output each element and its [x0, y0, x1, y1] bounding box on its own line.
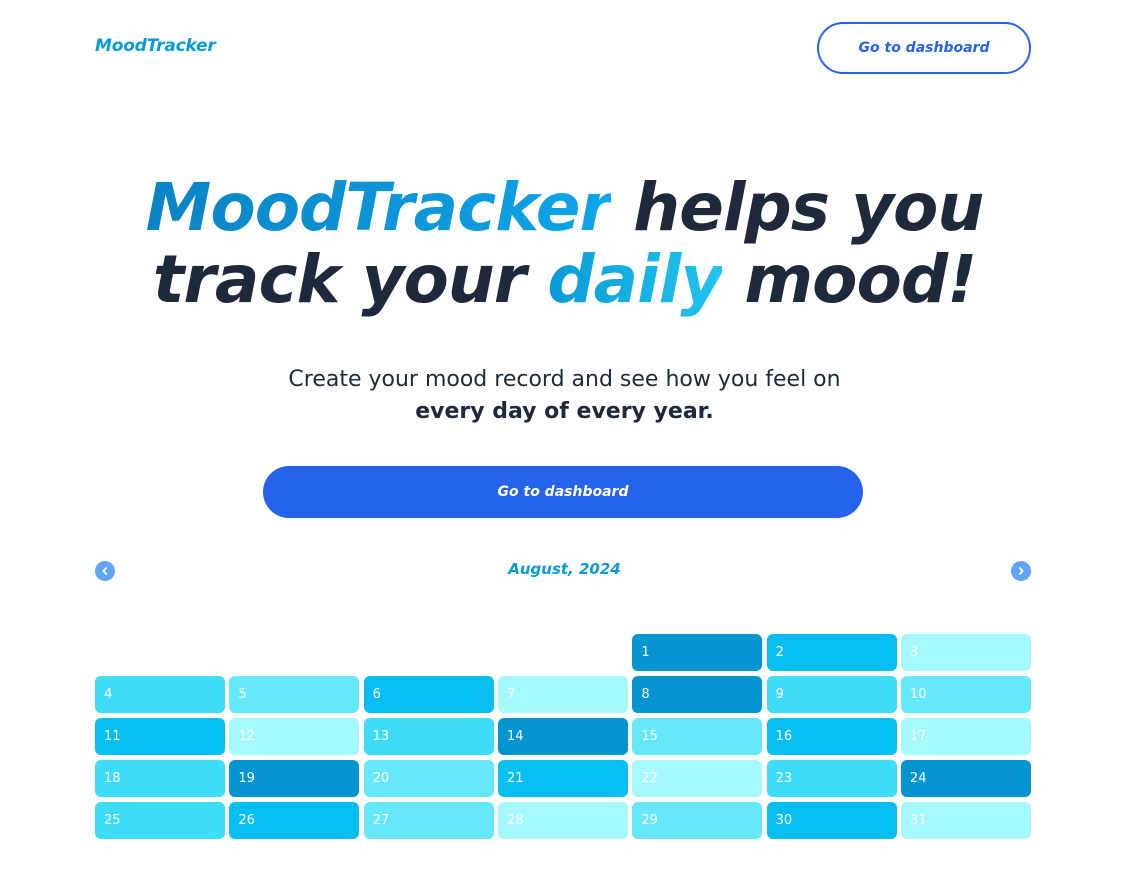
calendar-month-label: August, 2024: [508, 560, 621, 578]
calendar-day-8[interactable]: 8: [632, 676, 763, 713]
calendar-day-31[interactable]: 31: [900, 802, 1031, 839]
hero-title-accent: daily: [547, 241, 723, 318]
chevron-right-icon[interactable]: [1011, 561, 1031, 581]
calendar-day-27[interactable]: 27: [363, 802, 494, 839]
calendar-empty-cell: [364, 634, 494, 671]
calendar-day-15[interactable]: 15: [632, 718, 763, 755]
hero-title-part2: track your: [152, 241, 548, 318]
calendar-day-26[interactable]: 26: [229, 802, 360, 839]
calendar-empty-cell: [95, 634, 225, 671]
calendar-day-6[interactable]: 6: [363, 676, 494, 713]
hero-title-part3: mood!: [722, 241, 977, 318]
calendar-day-12[interactable]: 12: [229, 718, 360, 755]
calendar-day-19[interactable]: 19: [229, 760, 360, 797]
calendar-day-29[interactable]: 29: [632, 802, 763, 839]
hero-title-brand: MoodTracker: [145, 169, 612, 246]
hero-subtitle-line1: Create your mood record and see how you …: [288, 367, 841, 392]
calendar-empty-cell: [229, 634, 359, 671]
calendar-day-4[interactable]: 4: [95, 676, 225, 713]
calendar-day-3[interactable]: 3: [900, 634, 1031, 671]
hero-subtitle-line2: every day of every year.: [415, 399, 714, 424]
calendar-day-9[interactable]: 9: [766, 676, 897, 713]
calendar-day-30[interactable]: 30: [766, 802, 897, 839]
calendar-day-7[interactable]: 7: [497, 676, 628, 713]
calendar-day-18[interactable]: 18: [95, 760, 225, 797]
calendar-day-11[interactable]: 11: [95, 718, 225, 755]
landing-page: MoodTracker Go to dashboard MoodTracker …: [0, 0, 1129, 890]
calendar-day-28[interactable]: 28: [497, 802, 628, 839]
calendar-day-25[interactable]: 25: [95, 802, 225, 839]
calendar-day-2[interactable]: 2: [766, 634, 897, 671]
calendar-day-24[interactable]: 24: [900, 760, 1031, 797]
calendar-day-16[interactable]: 16: [766, 718, 897, 755]
calendar-day-22[interactable]: 22: [632, 760, 763, 797]
calendar-day-1[interactable]: 1: [632, 634, 763, 671]
calendar-grid: 1 2 3 4 5 6 7 8 9 10 11 12 13 14 15 16 17 18 19 20 21 22 23 24 2…: [95, 634, 1031, 839]
logo[interactable]: MoodTracker: [95, 36, 216, 56]
cta-dashboard-button[interactable]: Go to dashboard: [263, 466, 863, 518]
calendar-day-5[interactable]: 5: [229, 676, 360, 713]
calendar-day-17[interactable]: 17: [900, 718, 1031, 755]
calendar-day-10[interactable]: 10: [900, 676, 1031, 713]
hero-subtitle: Create your mood record and see how you …: [0, 364, 1129, 428]
calendar-empty-cell: [498, 634, 628, 671]
calendar-day-20[interactable]: 20: [363, 760, 494, 797]
header-dashboard-button[interactable]: Go to dashboard: [817, 22, 1031, 74]
hero-title: MoodTracker helps you track your daily m…: [0, 172, 1129, 316]
calendar-day-14[interactable]: 14: [497, 718, 628, 755]
calendar-day-13[interactable]: 13: [363, 718, 494, 755]
hero-title-part1: helps you: [611, 169, 984, 246]
calendar-day-23[interactable]: 23: [766, 760, 897, 797]
calendar-day-21[interactable]: 21: [497, 760, 628, 797]
